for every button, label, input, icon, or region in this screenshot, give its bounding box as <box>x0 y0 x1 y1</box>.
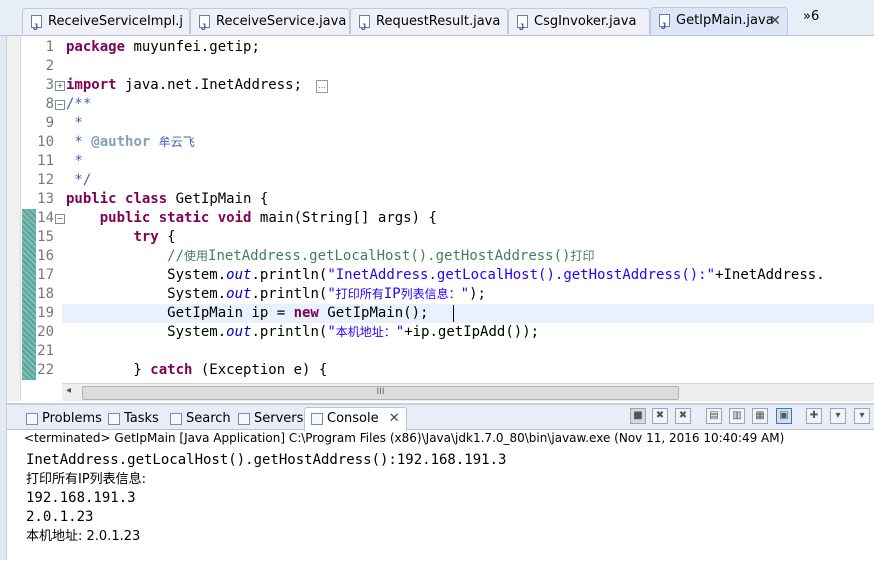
code-line: System.out.println("本机地址："+ip.getIpAdd()… <box>66 324 540 340</box>
code-line: import java.net.InetAddress; <box>66 77 303 93</box>
console-output-line: 192.168.191.3 <box>26 490 136 506</box>
fold-collapse-icon[interactable]: − <box>55 100 65 110</box>
text-caret <box>453 305 454 322</box>
code-line: System.out.println("InetAddress.getLocal… <box>66 267 825 283</box>
code-line: GetIpMain ip = new GetIpMain(); <box>66 305 429 321</box>
remove-launch-icon[interactable]: ✖ <box>652 408 668 424</box>
display-selected-console-icon[interactable]: ▾ <box>830 408 846 424</box>
folded-code-marker[interactable]: … <box>316 80 328 93</box>
tab-receiveserviceimpl[interactable]: ReceiveServiceImpl.j <box>22 8 190 34</box>
close-icon[interactable]: ✕ <box>389 411 400 426</box>
line-number: 18 <box>37 286 54 302</box>
tab-getipmain[interactable]: GetIpMain.java ✕ <box>650 7 788 35</box>
code-line: } catch (Exception e) { <box>66 362 328 378</box>
tab-label: RequestResult.java <box>376 14 501 29</box>
console-output-line: 本机地址: 2.0.1.23 <box>26 529 141 544</box>
tab-receiveservice[interactable]: ReceiveService.java <box>190 8 350 34</box>
console-output-line: 打印所有IP列表信息: <box>26 472 147 487</box>
console-status: <terminated> GetIpMain [Java Application… <box>24 431 785 445</box>
scroll-left-icon[interactable]: ◂ <box>66 385 71 396</box>
code-line: System.out.println("打印所有IP列表信息："); <box>66 286 486 302</box>
scrollbar-thumb[interactable]: III <box>82 386 679 400</box>
line-number: 21 <box>37 343 54 359</box>
terminate-icon[interactable]: ■ <box>630 408 646 424</box>
line-number: 16 <box>37 248 54 264</box>
pin-console-icon[interactable]: ✚ <box>806 408 822 424</box>
code-line: package muyunfei.getip; <box>66 39 260 55</box>
line-number: 8 <box>45 96 54 112</box>
tab-problems[interactable]: Problems <box>26 408 102 429</box>
code-line: public static void main(String[] args) { <box>99 210 437 226</box>
line-number: 1 <box>45 39 54 55</box>
line-number: 9 <box>45 115 54 131</box>
code-line: */ <box>66 172 92 188</box>
open-console-icon[interactable]: ▾ <box>854 408 870 424</box>
line-number: 3 <box>45 77 54 93</box>
java-file-icon <box>31 14 42 34</box>
tab-search[interactable]: Search <box>170 408 231 429</box>
console-output-line: 2.0.1.23 <box>26 509 94 525</box>
tab-requestresult[interactable]: RequestResult.java <box>350 8 508 34</box>
tab-label: Tasks <box>124 411 159 426</box>
line-number: 11 <box>37 153 54 169</box>
code-line: /** <box>66 96 92 112</box>
code-line: //使用InetAddress.getLocalHost().getHostAd… <box>167 248 595 264</box>
code-line: * <box>66 115 83 131</box>
java-file-icon <box>199 14 210 34</box>
tab-label: ReceiveServiceImpl.j <box>48 14 184 29</box>
fold-collapse-icon[interactable]: − <box>55 214 65 224</box>
code-line: try { <box>133 229 176 245</box>
line-number: 19 <box>37 305 54 321</box>
java-file-icon <box>659 13 670 35</box>
tab-label: Search <box>186 411 231 426</box>
tab-label: CsgInvoker.java <box>534 14 637 29</box>
java-file-icon <box>359 14 370 34</box>
fold-expand-icon[interactable]: + <box>55 81 65 91</box>
horizontal-scrollbar[interactable]: ◂ III <box>62 383 874 401</box>
editor-tab-bar: ReceiveServiceImpl.j ReceiveService.java… <box>0 0 874 36</box>
console-icon <box>311 412 323 425</box>
tasks-icon <box>108 412 120 425</box>
line-number: 15 <box>37 229 54 245</box>
servers-icon <box>238 412 250 425</box>
remove-all-launches-icon[interactable]: ✖ <box>675 408 691 424</box>
tab-servers[interactable]: Servers <box>238 408 303 429</box>
line-number: 10 <box>37 134 54 150</box>
code-line: * <box>66 153 83 169</box>
search-icon <box>170 412 182 425</box>
line-number: 17 <box>37 267 54 283</box>
problems-icon <box>26 412 38 425</box>
line-number: 13 <box>37 191 54 207</box>
line-number: 20 <box>37 324 54 340</box>
tab-console[interactable]: Console ✕ <box>304 407 407 431</box>
tab-label: Servers <box>254 411 304 426</box>
line-number: 22 <box>37 362 54 378</box>
left-window-edge <box>0 36 7 560</box>
tab-overflow-button[interactable]: »6 <box>803 9 819 24</box>
tab-label: GetIpMain.java <box>676 13 774 28</box>
line-number: 2 <box>45 58 54 74</box>
code-line: public class GetIpMain { <box>66 191 269 207</box>
clear-console-icon[interactable]: ▤ <box>706 408 722 424</box>
close-icon[interactable]: ✕ <box>769 8 781 34</box>
java-file-icon <box>517 14 528 34</box>
tab-label: ReceiveService.java <box>216 14 347 29</box>
line-number: 12 <box>37 172 54 188</box>
word-wrap-icon[interactable]: ▦ <box>752 408 768 424</box>
tab-tasks[interactable]: Tasks <box>108 408 159 429</box>
code-line: * @author 牟云飞 <box>66 134 195 150</box>
tab-label: Problems <box>42 411 102 426</box>
console-output-line: InetAddress.getLocalHost().getHostAddres… <box>26 452 507 468</box>
scroll-lock-icon[interactable]: ▥ <box>729 408 745 424</box>
tab-label: Console <box>327 411 379 426</box>
show-console-icon[interactable]: ▣ <box>776 408 792 424</box>
line-number: 14 <box>37 210 54 226</box>
tab-csginvoker[interactable]: CsgInvoker.java <box>508 8 650 34</box>
